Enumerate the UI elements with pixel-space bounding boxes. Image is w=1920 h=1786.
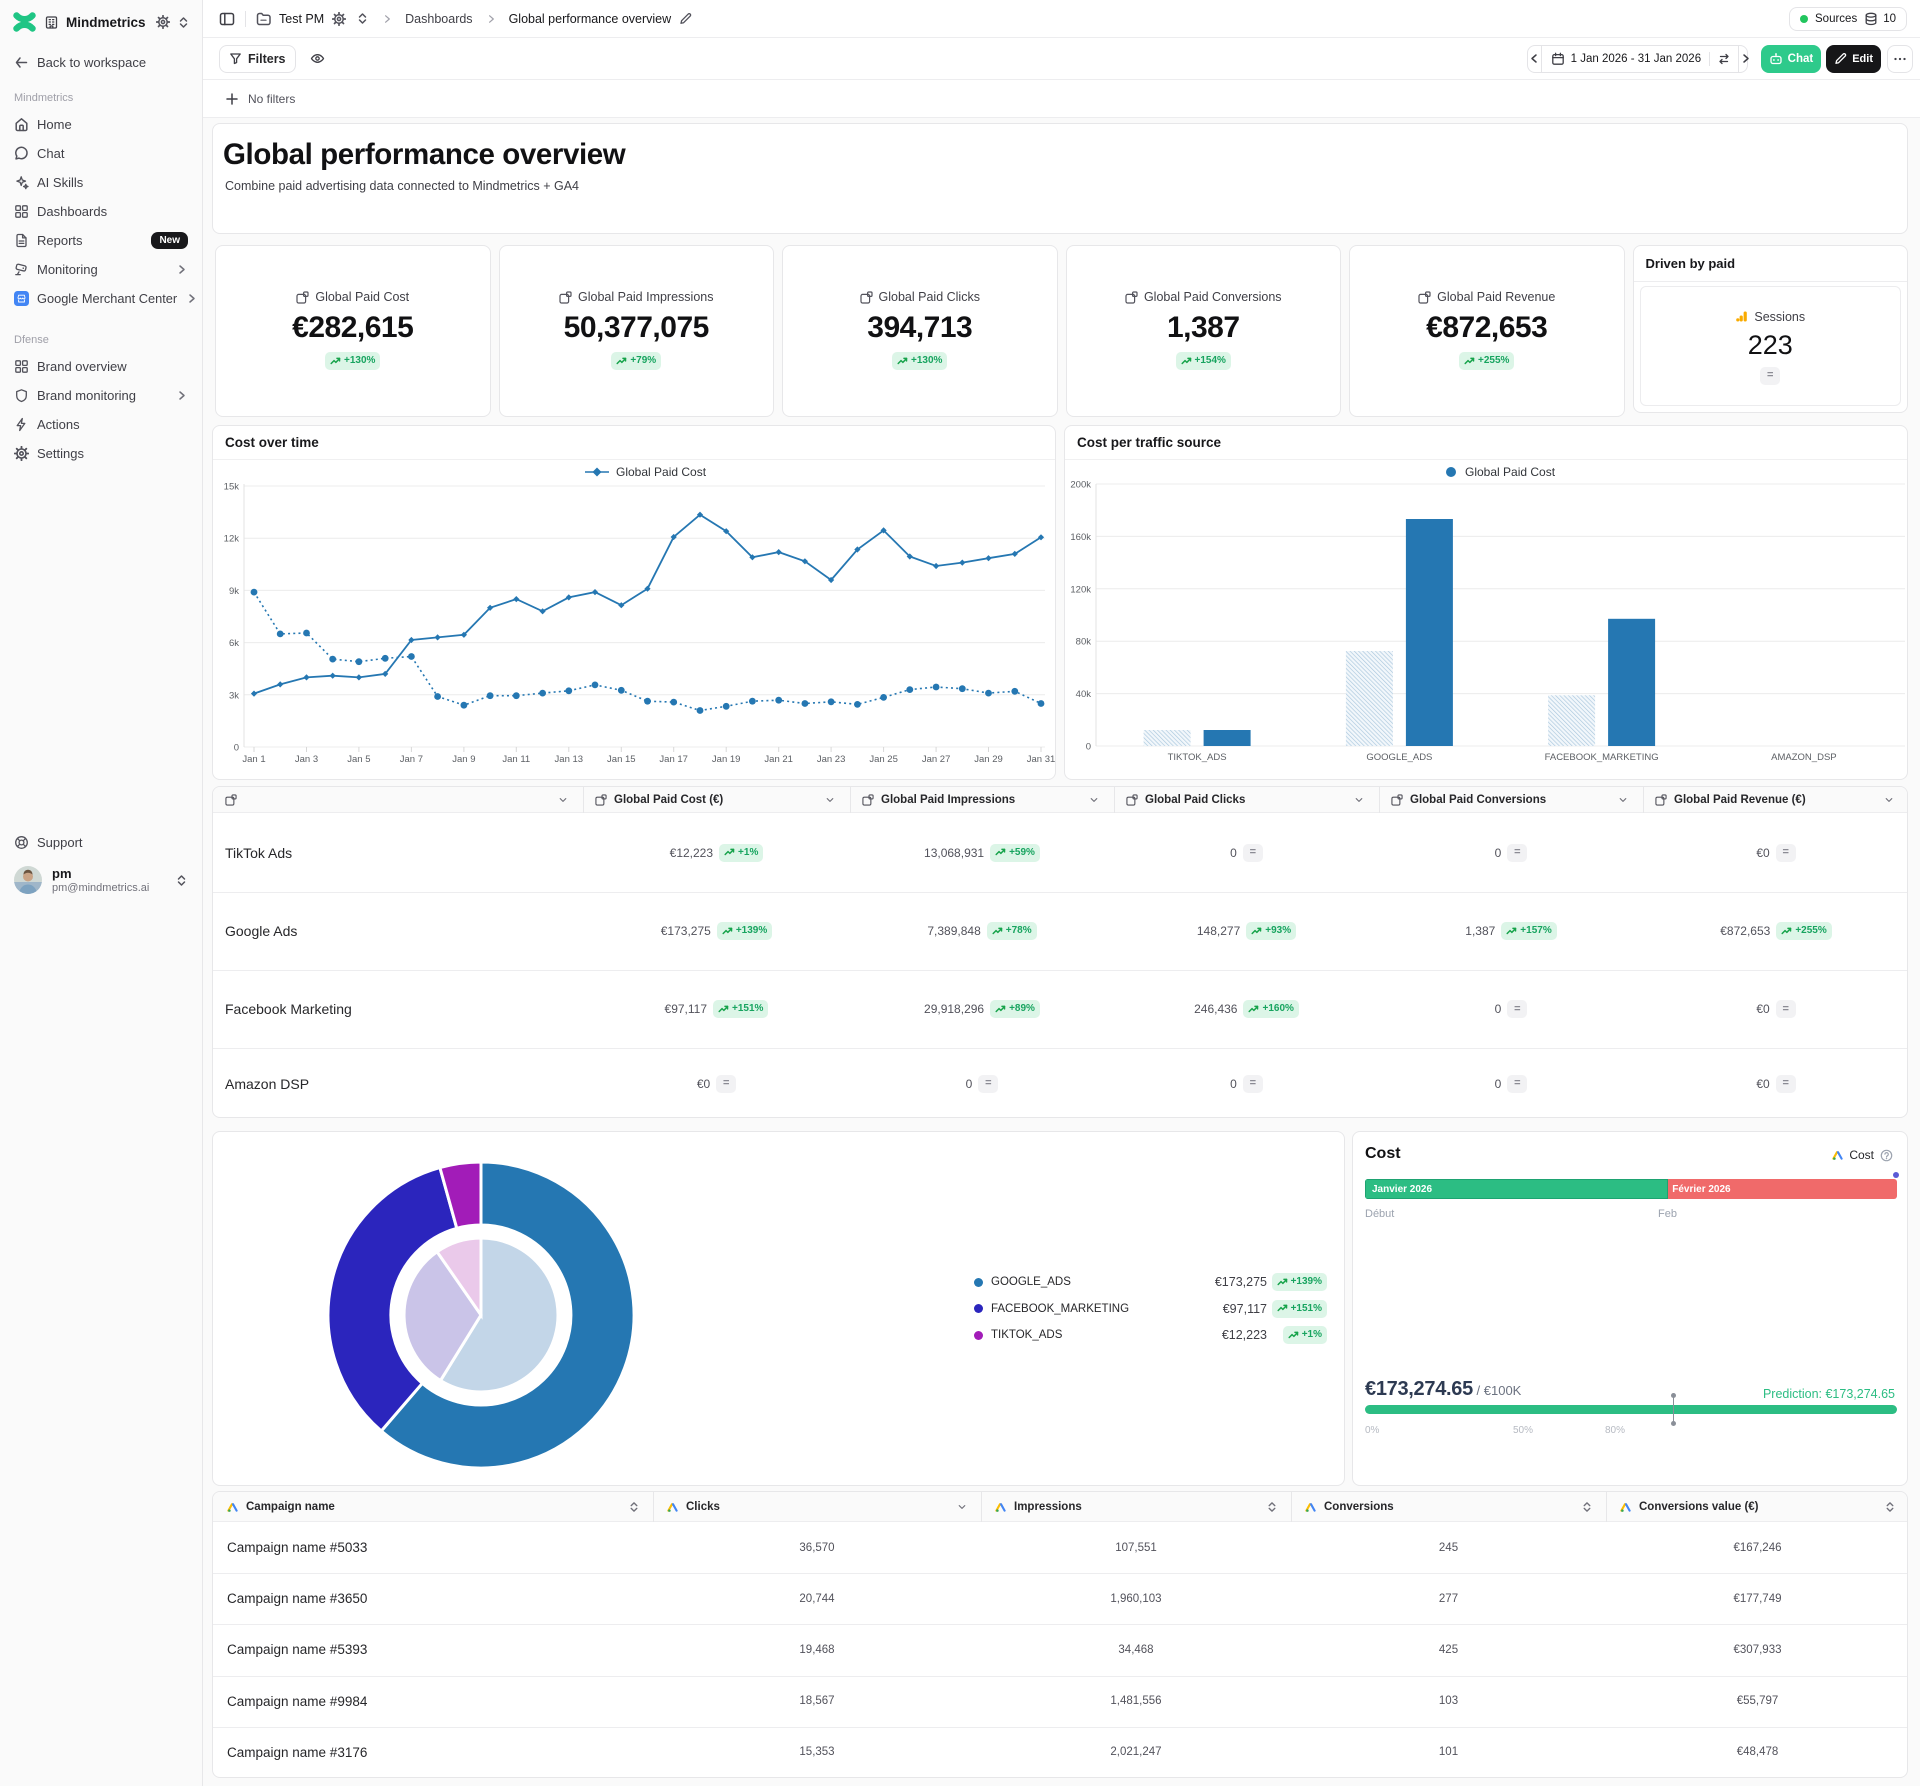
- svg-text:80k: 80k: [1076, 637, 1092, 648]
- svg-text:Jan 19: Jan 19: [712, 754, 741, 765]
- svg-text:Jan 29: Jan 29: [974, 754, 1003, 765]
- svg-text:AMAZON_DSP: AMAZON_DSP: [1771, 752, 1836, 763]
- svg-text:Jan 23: Jan 23: [817, 754, 846, 765]
- svg-text:Jan 31: Jan 31: [1027, 754, 1056, 765]
- svg-text:GOOGLE_ADS: GOOGLE_ADS: [1366, 752, 1432, 763]
- svg-text:200k: 200k: [1070, 480, 1091, 491]
- svg-text:3k: 3k: [229, 690, 239, 701]
- svg-text:TIKTOK_ADS: TIKTOK_ADS: [1168, 752, 1227, 763]
- svg-text:Jan 1: Jan 1: [242, 754, 265, 765]
- svg-text:Global Paid Cost: Global Paid Cost: [1465, 465, 1556, 479]
- svg-text:Global Paid Cost: Global Paid Cost: [616, 465, 707, 479]
- svg-text:Jan 25: Jan 25: [869, 754, 898, 765]
- svg-text:0: 0: [234, 743, 239, 754]
- svg-text:Jan 7: Jan 7: [400, 754, 423, 765]
- svg-text:6k: 6k: [229, 638, 239, 649]
- svg-text:Jan 9: Jan 9: [452, 754, 475, 765]
- svg-text:Jan 3: Jan 3: [295, 754, 318, 765]
- svg-text:9k: 9k: [229, 586, 239, 597]
- svg-text:FACEBOOK_MARKETING: FACEBOOK_MARKETING: [1545, 752, 1659, 763]
- svg-text:Jan 11: Jan 11: [502, 754, 530, 765]
- svg-text:15k: 15k: [224, 482, 240, 493]
- svg-text:0: 0: [1086, 742, 1091, 753]
- svg-text:Jan 21: Jan 21: [764, 754, 793, 765]
- svg-text:12k: 12k: [224, 534, 240, 545]
- svg-text:160k: 160k: [1070, 532, 1091, 543]
- svg-text:Jan 27: Jan 27: [922, 754, 951, 765]
- svg-text:Jan 17: Jan 17: [659, 754, 688, 765]
- svg-text:Jan 15: Jan 15: [607, 754, 636, 765]
- svg-text:120k: 120k: [1070, 584, 1091, 595]
- svg-text:Jan 13: Jan 13: [555, 754, 584, 765]
- svg-text:Jan 5: Jan 5: [347, 754, 370, 765]
- svg-text:40k: 40k: [1076, 689, 1092, 700]
